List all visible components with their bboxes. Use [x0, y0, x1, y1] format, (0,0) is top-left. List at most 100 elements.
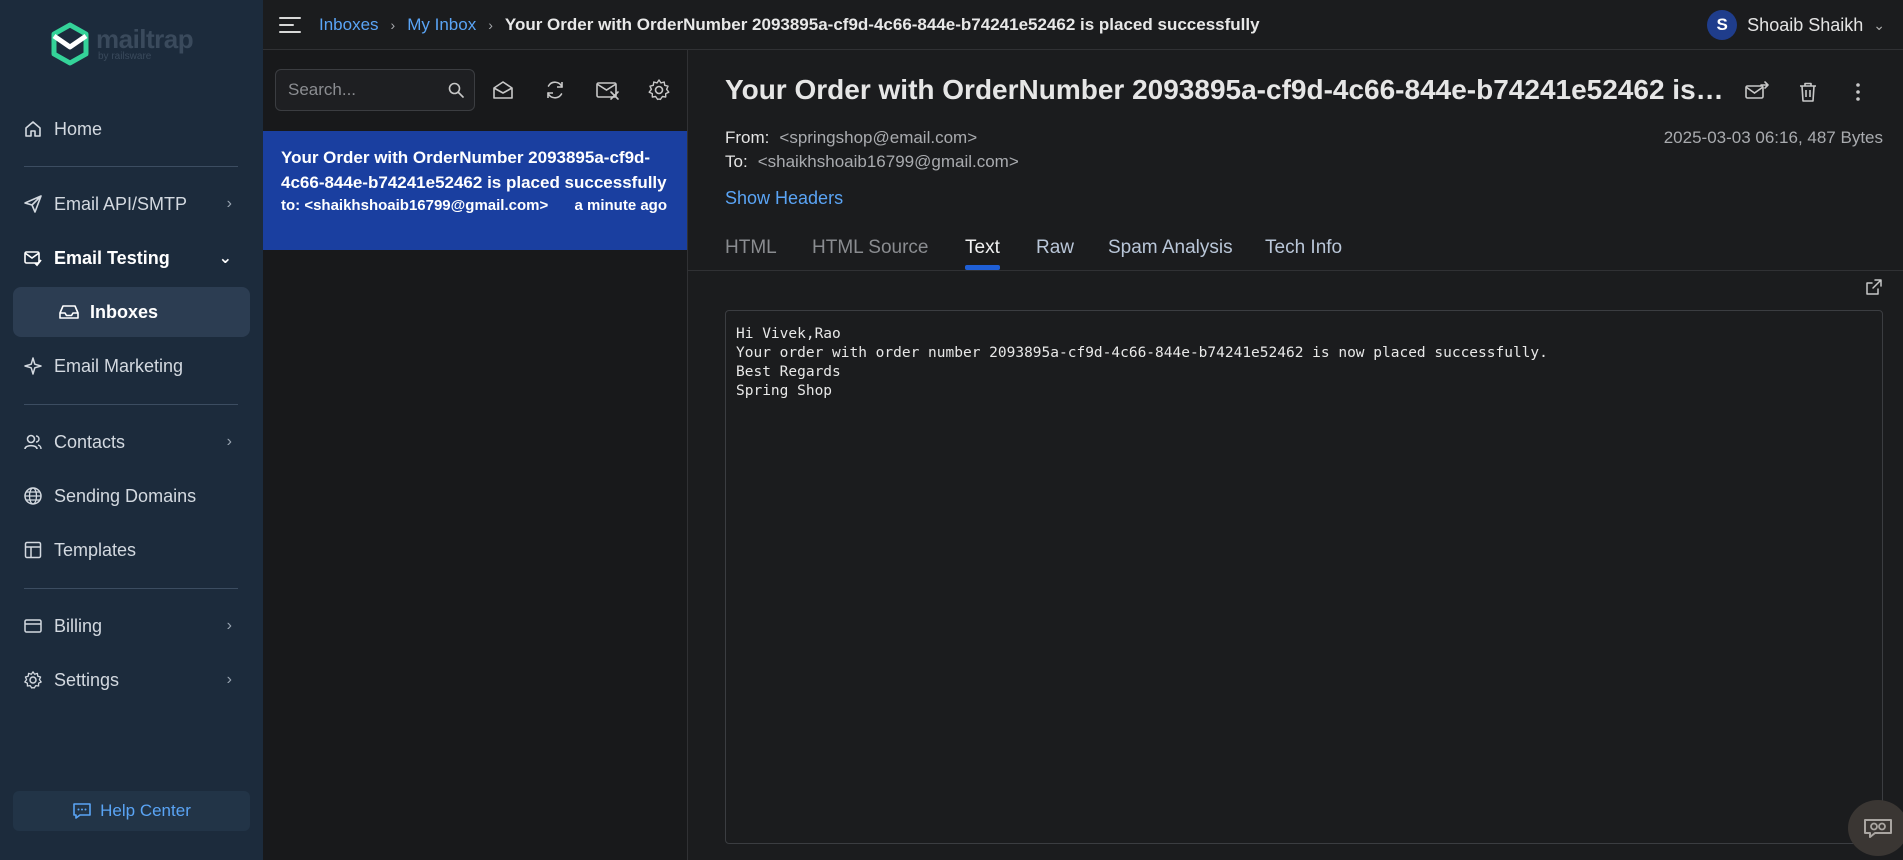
- show-headers-link[interactable]: Show Headers: [725, 188, 843, 209]
- home-icon: [22, 118, 44, 140]
- search-input[interactable]: [276, 70, 436, 110]
- list-toolbar: [263, 50, 688, 130]
- chevron-down-icon: ⌄: [218, 250, 232, 267]
- to-row: To: <shaikhshoaib16799@gmail.com>: [725, 152, 1019, 172]
- logo-wordmark: mailtrap: [96, 24, 194, 54]
- sidebar-item-contacts[interactable]: Contacts ›: [22, 427, 242, 457]
- list-item[interactable]: Your Order with OrderNumber 2093895a-cf9…: [263, 131, 687, 250]
- menu-icon[interactable]: [279, 16, 301, 34]
- sidebar-item-label: Contacts: [54, 431, 126, 452]
- contacts-icon: [22, 431, 44, 453]
- body-line: Hi Vivek,Rao: [736, 326, 841, 342]
- divider: [24, 588, 238, 589]
- sidebar-item-email-testing[interactable]: Email Testing ⌄: [22, 243, 242, 273]
- sidebar-item-label: Templates: [54, 539, 137, 560]
- help-center-button[interactable]: Help Center: [13, 791, 250, 831]
- tab-spam-analysis[interactable]: Spam Analysis: [1108, 237, 1233, 259]
- mailtrap-logo[interactable]: mailtrap by railsware: [48, 22, 194, 66]
- tab-html-source[interactable]: HTML Source: [812, 237, 929, 259]
- message-meta: 2025-03-03 06:16, 487 Bytes: [1663, 128, 1883, 147]
- clear-inbox-icon[interactable]: [595, 78, 619, 102]
- sidebar-item-label: Sending Domains: [54, 485, 197, 506]
- sidebar: mailtrap by railsware Home Email API/SMT…: [0, 0, 263, 860]
- message-time: a minute ago: [574, 197, 667, 214]
- from-row: From: <springshop@email.com>: [725, 128, 977, 148]
- body-line: Your order with order number 2093895a-cf…: [736, 345, 1548, 361]
- sidebar-item-settings[interactable]: Settings ›: [22, 665, 242, 695]
- mailtrap-logo-icon: [51, 22, 89, 66]
- breadcrumb-separator: ›: [390, 16, 396, 33]
- message-view: Your Order with OrderNumber 2093895a-cf9…: [688, 50, 1903, 860]
- message-tabs: HTML HTML Source Text Raw Spam Analysis …: [688, 225, 1903, 271]
- send-icon: [22, 193, 44, 215]
- active-tab-indicator: [965, 265, 1000, 270]
- inbox-icon: [58, 302, 80, 322]
- sidebar-item-sending-domains[interactable]: Sending Domains: [22, 481, 242, 511]
- tab-raw[interactable]: Raw: [1036, 237, 1074, 259]
- sparkle-icon: [22, 355, 44, 377]
- from-address: <springshop@email.com>: [779, 128, 978, 147]
- chat-widget-button[interactable]: [1848, 800, 1903, 856]
- message-body: Hi Vivek,Rao Your order with order numbe…: [725, 310, 1883, 844]
- page-title: Your Order with OrderNumber 2093895a-cf9…: [725, 74, 1725, 105]
- message-subject: Your Order with OrderNumber 2093895a-cf9…: [281, 148, 667, 192]
- user-menu[interactable]: S Shoaib Shaikh ⌄: [1707, 10, 1885, 40]
- testing-icon: [22, 247, 44, 269]
- from-label: From:: [725, 128, 770, 147]
- avatar: S: [1707, 10, 1738, 40]
- gear-icon: [22, 669, 44, 691]
- breadcrumb-current: Your Order with OrderNumber 2093895a-cf9…: [504, 14, 1260, 34]
- help-center-label: Help Center: [100, 801, 191, 820]
- chevron-right-icon: ›: [226, 671, 232, 688]
- chevron-right-icon: ›: [226, 195, 232, 212]
- sidebar-item-label: Email API/SMTP: [54, 193, 188, 214]
- sidebar-item-inboxes[interactable]: Inboxes: [13, 287, 250, 337]
- sidebar-item-home[interactable]: Home: [22, 114, 242, 144]
- sidebar-item-email-marketing[interactable]: Email Marketing: [22, 351, 242, 381]
- sidebar-item-label: Email Marketing: [54, 355, 184, 376]
- open-external-icon[interactable]: [1865, 278, 1883, 296]
- gear-icon[interactable]: [647, 78, 671, 102]
- tab-html[interactable]: HTML: [725, 237, 777, 259]
- logo-subtitle: by railsware: [98, 51, 152, 62]
- search-box: [275, 69, 475, 111]
- breadcrumb-my-inbox[interactable]: My Inbox: [407, 15, 476, 35]
- sidebar-item-templates[interactable]: Templates: [22, 535, 242, 565]
- chevron-right-icon: ›: [226, 617, 232, 634]
- forward-icon[interactable]: [1744, 80, 1769, 104]
- sidebar-item-label: Inboxes: [90, 301, 159, 322]
- tab-tech-info[interactable]: Tech Info: [1265, 237, 1342, 259]
- breadcrumb-separator: ›: [488, 16, 493, 33]
- message-recipient: to: <shaikhshoaib16799@gmail.com>: [281, 197, 549, 214]
- sidebar-item-billing[interactable]: Billing ›: [22, 611, 242, 641]
- user-name: Shoaib Shaikh: [1747, 14, 1864, 35]
- message-list-panel: Your Order with OrderNumber 2093895a-cf9…: [263, 50, 688, 860]
- globe-icon: [22, 485, 44, 507]
- divider: [24, 404, 238, 405]
- chat-widget-icon: [1863, 818, 1893, 838]
- top-bar: Inboxes › My Inbox › Your Order with Ord…: [263, 0, 1903, 50]
- mark-read-icon[interactable]: [491, 78, 515, 102]
- chevron-down-icon: ⌄: [1873, 16, 1885, 33]
- templates-icon: [22, 539, 44, 561]
- body-line: Spring Shop: [736, 383, 833, 399]
- sidebar-item-label: Home: [54, 118, 103, 139]
- breadcrumb-inboxes[interactable]: Inboxes: [319, 15, 379, 35]
- trash-icon[interactable]: [1796, 80, 1820, 104]
- tab-text[interactable]: Text: [965, 237, 1000, 259]
- to-label: To:: [725, 152, 748, 171]
- body-line: Best Regards: [736, 364, 841, 380]
- sidebar-item-label: Email Testing: [54, 247, 170, 268]
- refresh-icon[interactable]: [543, 78, 567, 102]
- chat-icon: [72, 802, 92, 820]
- chevron-right-icon: ›: [226, 433, 232, 450]
- billing-icon: [22, 615, 44, 637]
- to-address: <shaikhshoaib16799@gmail.com>: [757, 152, 1019, 171]
- more-options-icon[interactable]: [1846, 80, 1870, 104]
- sidebar-item-label: Billing: [54, 615, 103, 636]
- search-icon[interactable]: [448, 82, 464, 98]
- sidebar-item-email-api[interactable]: Email API/SMTP ›: [22, 189, 242, 219]
- breadcrumb: Inboxes › My Inbox › Your Order with Ord…: [319, 15, 1260, 35]
- sidebar-item-label: Settings: [54, 669, 120, 690]
- divider: [24, 166, 238, 167]
